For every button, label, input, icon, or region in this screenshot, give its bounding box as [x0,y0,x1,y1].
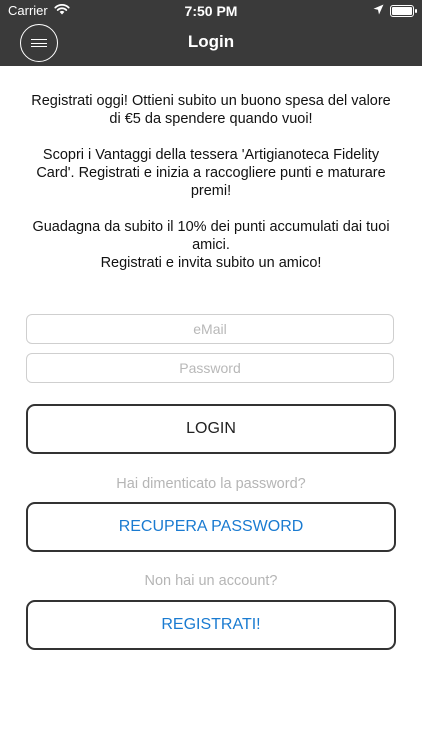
password-field[interactable] [26,353,394,383]
status-right-icons [373,0,417,22]
location-arrow-icon [373,0,384,22]
forgot-password-hint: Hai dimenticato la password? [116,476,306,492]
no-account-hint: Non hai un account? [144,573,278,589]
page-title: Login [187,32,235,51]
intro-paragraph-3-line-2: Registrati e invita subito un amico! [100,255,322,271]
login-button[interactable]: LOGIN [26,404,396,454]
intro-text: Registrati oggi! Ottieni subito un buono… [28,92,394,272]
battery-icon [390,5,417,17]
intro-paragraph-2: Scopri i Vantaggi della tessera 'Artigia… [36,147,386,199]
navigation-bar: Carrier 7:50 PM Login [0,0,422,66]
recover-password-button[interactable]: RECUPERA PASSWORD [26,502,396,552]
status-bar: Carrier 7:50 PM [0,0,422,22]
status-time: 7:50 PM [184,3,238,19]
intro-paragraph-1: Registrati oggi! Ottieni subito un buono… [31,93,391,127]
intro-paragraph-3: Guadagna da subito il 10% dei punti accu… [28,218,394,272]
email-field[interactable] [26,314,394,344]
intro-paragraph-3-line-1: Guadagna da subito il 10% dei punti accu… [32,219,390,253]
register-button[interactable]: REGISTRATI! [26,600,396,650]
